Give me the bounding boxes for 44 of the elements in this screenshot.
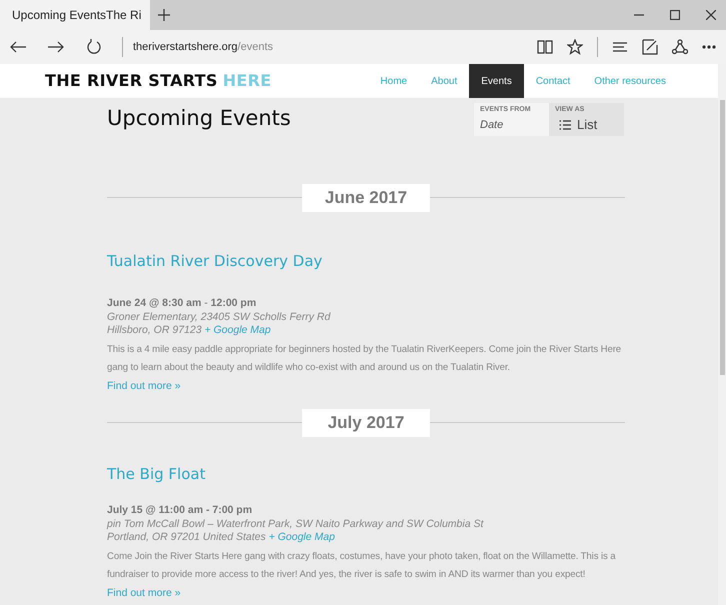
nav-link[interactable]: Other resources	[582, 64, 678, 98]
nav-link[interactable]: Events	[469, 64, 524, 98]
hub-icon[interactable]	[612, 41, 628, 53]
logo-text: THE RIVER STARTS	[45, 70, 218, 92]
find-out-more-link[interactable]: Find out more »	[107, 587, 181, 600]
nav-link[interactable]: About	[419, 64, 470, 98]
event-address: Portland, OR 97201 United States	[107, 531, 266, 544]
event-address: Hillsboro, OR 97123	[107, 324, 202, 336]
star-icon[interactable]	[567, 39, 583, 55]
maximize-icon[interactable]	[670, 10, 680, 20]
scrollbar-thumb[interactable]	[720, 100, 725, 375]
page-title: Upcoming Events	[107, 106, 291, 132]
nav-link[interactable]: Home	[368, 64, 420, 98]
view-list-button[interactable]: List	[559, 115, 598, 134]
forward-icon	[48, 41, 64, 53]
event-title[interactable]: Tualatin River Discovery Day	[107, 252, 625, 270]
date-field[interactable]: Date	[480, 117, 540, 134]
book-icon[interactable]	[537, 40, 553, 54]
event-description: Come Join the River Starts Here gang with crazy floats, costumes, have your photo taken, float on the Willamette. This is a fundraiser to provide more access to the river! And yes, the river is safe to swim in AND its warmer than you expect!	[107, 550, 617, 582]
url-text[interactable]: theriverstartshere.org/events	[133, 38, 274, 56]
event-description: This is a 4 mile easy paddle appropriate for beginners hosted by the Tualatin RiverKeepers. Come join the River Starts Here gang to learn about the beauty and wildlife who co-exist with and around us on the Tualatin River.	[107, 343, 622, 376]
month-heading: July 2017	[302, 409, 430, 436]
month-heading: June 2017	[302, 184, 430, 212]
find-out-more-link[interactable]: Find out more »	[107, 380, 181, 392]
share-icon[interactable]	[672, 39, 688, 55]
event-venue: Groner Elementary, 23405 SW Scholls Ferry Rd	[107, 311, 332, 324]
google-map-link[interactable]: + Google Map	[204, 324, 271, 336]
logo-accent-text: HERE	[222, 70, 272, 92]
browser-tab[interactable]: Upcoming EventsThe Ri	[0, 0, 150, 30]
pen-icon[interactable]	[642, 39, 658, 55]
google-map-link[interactable]: + Google Map	[268, 531, 335, 544]
back-icon[interactable]	[10, 41, 26, 53]
site-logo[interactable]: THE RIVER STARTS HERE	[45, 64, 272, 98]
more-icon[interactable]	[702, 45, 716, 49]
event-venue: pin Tom McCall Bowl – Waterfront Park, SW Naito Parkway and SW Columbia St	[107, 518, 485, 532]
refresh-icon[interactable]	[86, 39, 102, 55]
event-datetime: July 15 @ 11:00 am - 7:00 pm	[107, 502, 254, 518]
tab-title: Upcoming EventsThe Ri	[12, 7, 142, 24]
nav-link[interactable]: Contact	[524, 64, 582, 98]
event-title[interactable]: The Big Float	[107, 464, 625, 482]
plus-icon[interactable]	[158, 9, 170, 21]
list-icon	[559, 120, 571, 130]
close-icon[interactable]	[706, 10, 716, 20]
event-datetime: June 24 @ 8:30 am - 12:00 pm	[107, 296, 258, 310]
